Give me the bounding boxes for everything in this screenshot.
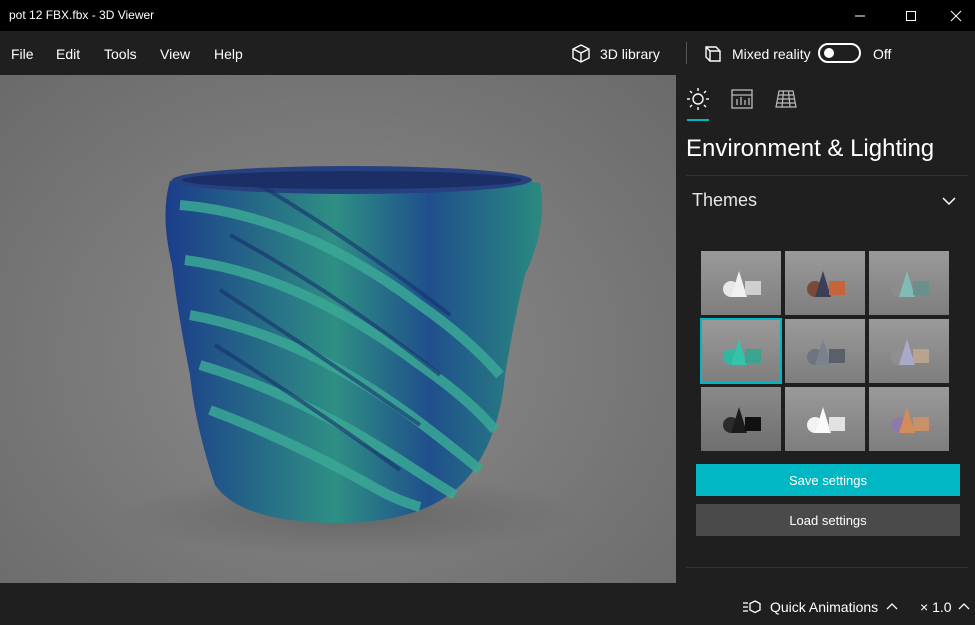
mixed-reality-toggle[interactable] <box>818 43 861 63</box>
toggle-state-label: Off <box>873 46 892 62</box>
tab-environment[interactable] <box>686 87 710 111</box>
panel-divider-bottom <box>686 567 968 568</box>
theme-preview <box>891 407 929 433</box>
chevron-up-icon <box>958 603 969 610</box>
theme-preview <box>807 339 845 365</box>
speed-selector[interactable]: × 1.0 <box>920 599 970 615</box>
quick-animations-button[interactable]: Quick Animations <box>742 599 898 615</box>
window-title: pot 12 FBX.fbx - 3D Viewer <box>9 8 155 22</box>
theme-tile-3[interactable] <box>869 251 949 315</box>
stats-icon <box>731 89 753 109</box>
chevron-down-icon[interactable] <box>941 193 957 209</box>
maximize-icon <box>906 10 916 21</box>
menu-help[interactable]: Help <box>214 46 243 62</box>
save-settings-button[interactable]: Save settings <box>696 464 960 496</box>
mixed-reality-label: Mixed reality <box>732 46 811 62</box>
maximize-button[interactable] <box>888 0 934 31</box>
theme-tile-2[interactable] <box>785 251 865 315</box>
toggle-knob <box>824 48 834 58</box>
theme-tile-5[interactable] <box>785 319 865 383</box>
theme-tile-9[interactable] <box>869 387 949 451</box>
minimize-icon <box>855 15 865 16</box>
theme-preview <box>723 339 761 365</box>
theme-tile-7[interactable] <box>701 387 781 451</box>
minimize-button[interactable] <box>837 0 883 31</box>
3d-library-label: 3D library <box>600 46 660 62</box>
3d-library-button[interactable]: 3D library <box>570 43 660 65</box>
menu-edit[interactable]: Edit <box>56 46 80 62</box>
mixed-reality-button[interactable]: Mixed reality <box>702 43 811 65</box>
theme-tile-4[interactable] <box>700 318 782 384</box>
panel-divider <box>686 175 968 176</box>
theme-preview <box>891 271 929 297</box>
grid-icon <box>775 90 797 108</box>
menu-tools[interactable]: Tools <box>104 46 137 62</box>
mixed-reality-icon <box>705 46 721 62</box>
close-button[interactable] <box>933 0 975 31</box>
settings-panel: Environment & Lighting Themes Save setti… <box>676 75 975 583</box>
theme-tile-6[interactable] <box>869 319 949 383</box>
speed-value: × 1.0 <box>920 599 952 615</box>
animation-icon <box>743 600 761 614</box>
close-icon <box>950 10 962 21</box>
theme-preview <box>723 271 761 297</box>
pot-model[interactable] <box>0 75 676 583</box>
menu-file[interactable]: File <box>11 46 34 62</box>
active-tab-indicator <box>687 119 709 121</box>
quick-animations-label: Quick Animations <box>770 599 879 615</box>
cube-icon <box>572 44 590 63</box>
menu-view[interactable]: View <box>160 46 190 62</box>
title-bar: pot 12 FBX.fbx - 3D Viewer <box>0 0 975 31</box>
theme-preview <box>807 271 845 297</box>
status-bar: Quick Animations × 1.0 <box>0 583 975 625</box>
theme-tile-1[interactable] <box>701 251 781 315</box>
tab-stats[interactable] <box>730 87 754 111</box>
tab-grid[interactable] <box>774 87 798 111</box>
panel-title: Environment & Lighting <box>686 135 935 162</box>
load-settings-button[interactable]: Load settings <box>696 504 960 536</box>
chevron-up-icon <box>886 603 898 610</box>
menu-bar: File Edit Tools View Help 3D library Mix… <box>0 31 975 75</box>
sun-icon <box>687 88 709 110</box>
theme-preview <box>723 407 761 433</box>
toolbar-divider <box>686 42 687 64</box>
3d-viewport[interactable] <box>0 75 676 583</box>
theme-preview <box>891 339 929 365</box>
themes-header[interactable]: Themes <box>692 190 757 211</box>
theme-tile-8[interactable] <box>785 387 865 451</box>
theme-preview <box>807 407 845 433</box>
themes-grid <box>700 251 951 453</box>
